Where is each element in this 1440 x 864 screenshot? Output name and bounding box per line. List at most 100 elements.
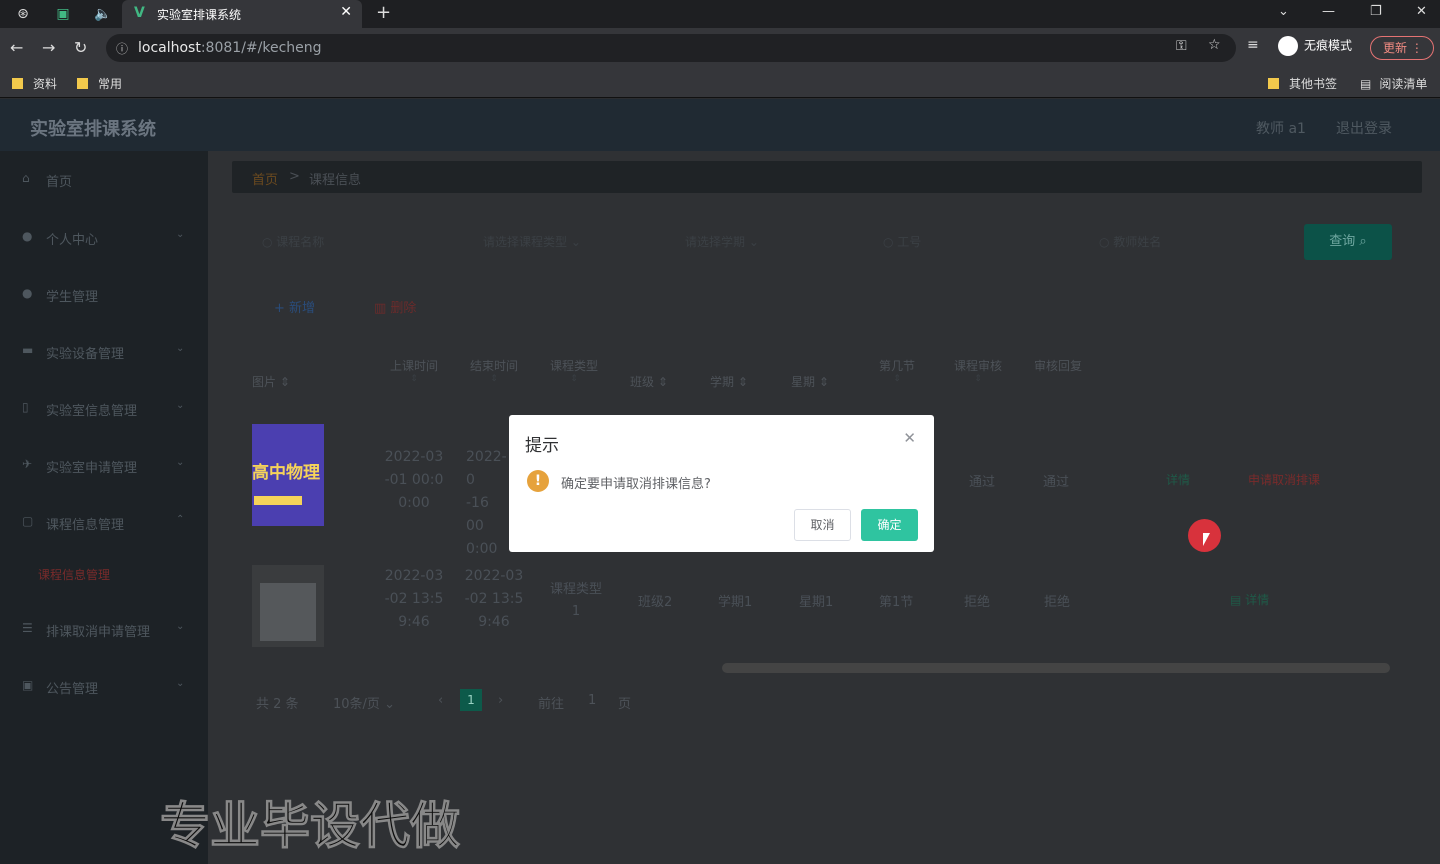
cell-review: 拒绝 [964,595,991,610]
cell-type: 课程类型 1 [549,582,602,619]
detail-button[interactable]: 详情 [1166,471,1190,488]
sidebar-item-home[interactable]: ⌂ 首页 [0,159,208,199]
app-title: 实验室排课系统 [30,119,156,140]
sidebar-item-courses[interactable]: ▢ 课程信息管理 ⌃ [0,502,208,542]
sidebar-item-profile[interactable]: ● 个人中心 ⌄ [0,217,208,257]
pager-next-icon[interactable]: › [498,693,503,708]
dialog-title: 提示 [525,436,559,456]
sidebar-item-lab-apply[interactable]: ✈ 实验室申请管理 ⌄ [0,445,208,485]
folder-icon [12,78,23,89]
confirm-button[interactable]: 确定 [861,509,918,541]
course-name-input[interactable]: ○ 课程名称 [262,233,324,250]
lab-icon: ▯ [22,400,29,414]
bookmark-folder-changyong[interactable]: 常用 [77,75,122,92]
chevron-down-icon: ⌄ [176,343,185,354]
pinned-tab-icon[interactable]: ▣ [52,4,74,24]
active-tab[interactable]: V 实验室排课系统 ✕ [122,0,362,28]
browser-menu-icon[interactable]: ⊛ [12,4,34,24]
sidebar-item-labs[interactable]: ▯ 实验室信息管理 ⌄ [0,388,208,428]
th-review[interactable]: 课程审核 ⇕ [948,357,1008,384]
back-icon[interactable]: ← [10,38,23,57]
key-icon[interactable]: ⚿ [1176,38,1187,54]
course-thumbnail: 高中物理 [252,424,324,526]
breadcrumb-separator: > [289,169,300,184]
th-weekday[interactable]: 星期 ⇕ [791,373,829,390]
pager-goto-input[interactable]: 1 [588,693,596,708]
sidebar-subitem-courses[interactable]: 课程信息管理 [38,566,110,583]
breadcrumb-home[interactable]: 首页 [252,169,278,188]
pager-goto-label: 前往 [538,697,565,712]
update-button[interactable]: 更新 ⋮ [1370,36,1434,60]
app-header: 实验室排课系统 教师 a1 退出登录 [0,99,1440,151]
mute-icon[interactable]: 🔈 [92,4,114,24]
th-start[interactable]: 上课时间 ⇕ [386,357,442,384]
cancel-button[interactable]: 取消 [794,509,851,541]
bookmark-folder-ziliao[interactable]: 资料 [12,75,57,92]
close-window-icon[interactable]: ✕ [1416,4,1427,19]
th-semester[interactable]: 学期 ⇕ [710,373,748,390]
bookmarks-bar: 资料 常用 其他书签 ▤ 阅读清单 [0,68,1440,98]
tab-title: 实验室排课系统 [157,8,242,22]
promo-banner-text: 专业毕设代做 [160,797,461,856]
sidebar-item-students[interactable]: ● 学生管理 [0,274,208,314]
th-image[interactable]: 图片 ⇕ [252,373,290,390]
dialog-message: 确定要申请取消排课信息? [561,477,711,492]
add-button[interactable]: + 新增 [274,297,315,316]
sidebar-item-devices[interactable]: ▬ 实验设备管理 ⌄ [0,331,208,371]
chevron-down-icon: ⌄ [176,678,185,689]
th-end[interactable]: 结束时间 ⇕ [466,357,522,384]
cell-weekday: 星期1 [799,595,834,610]
cell-reason: 拒绝 [1044,595,1071,610]
job-no-input[interactable]: ○ 工号 [883,233,921,250]
close-icon[interactable]: ✕ [903,429,916,447]
url-field[interactable]: ⓘ localhost:8081/#/kecheng [106,34,1236,62]
breadcrumb-current: 课程信息 [309,173,362,188]
close-tab-icon[interactable]: ✕ [340,4,352,20]
reading-list-icon: ▤ [1360,77,1372,91]
minimize-icon[interactable]: — [1322,4,1335,19]
new-tab-button[interactable]: + [376,2,391,23]
student-icon: ● [22,286,33,300]
site-info-icon[interactable]: ⓘ [116,40,128,57]
pager-current-page[interactable]: 1 [460,689,482,711]
device-icon: ▬ [22,343,34,357]
cell-review: 通过 [969,475,996,490]
chevron-down-icon: ⌄ [176,457,185,468]
sidebar-item-cancel-requests[interactable]: ☰ 排课取消申请管理 ⌄ [0,609,208,649]
bookmark-other[interactable]: 其他书签 [1268,75,1337,92]
incognito-badge[interactable]: 无痕模式 [1278,36,1352,56]
current-user: 教师 a1 [1256,121,1306,137]
tab-search-icon[interactable]: ⌄ [1278,4,1289,19]
bookmark-star-icon[interactable]: ☆ [1208,37,1221,53]
restore-icon[interactable]: ❐ [1370,4,1382,19]
cell-start: 2022-03 -02 13:5 9:46 [384,568,444,630]
cell-semester: 学期1 [718,595,753,610]
bookmark-reading-list[interactable]: ▤ 阅读清单 [1360,75,1427,92]
chevron-up-icon: ⌃ [176,514,185,525]
breadcrumb: 首页 > 课程信息 [232,161,1422,193]
teacher-name-input[interactable]: ○ 教师姓名 [1099,233,1161,250]
user-icon: ● [22,229,33,243]
pager-prev-icon[interactable]: ‹ [438,693,443,708]
sidebar-item-notices[interactable]: ▣ 公告管理 ⌄ [0,666,208,706]
delete-button[interactable]: ▥ 删除 [374,297,416,316]
th-class[interactable]: 班级 ⇕ [630,373,668,390]
cancel-icon: ☰ [22,621,33,635]
th-type[interactable]: 课程类型 ⇕ [546,357,602,384]
detail-button[interactable]: ▤ 详情 [1230,591,1269,608]
vue-logo-icon: V [134,5,145,21]
course-type-select[interactable]: 请选择课程类型 ⌄ [483,233,581,250]
confirm-dialog: 提示 ✕ ! 确定要申请取消排课信息? 取消 确定 [509,415,934,552]
th-period[interactable]: 第几节 ⇕ [872,357,922,384]
logout-link[interactable]: 退出登录 [1336,118,1392,138]
reload-icon[interactable]: ↻ [74,38,87,57]
scrollbar-thumb[interactable] [722,663,1390,673]
reading-list-icon[interactable]: ≡ [1247,37,1259,53]
query-button[interactable]: 查询 ⌕ [1304,224,1392,260]
semester-select[interactable]: 请选择学期 ⌄ [685,233,759,250]
forward-icon[interactable]: → [42,38,55,57]
apply-cancel-button[interactable]: 申请取消排课 [1248,471,1320,488]
folder-icon [1268,78,1279,89]
pager-size-select[interactable]: 10条/页 ⌄ [333,693,395,712]
chevron-down-icon: ⌄ [176,229,185,240]
